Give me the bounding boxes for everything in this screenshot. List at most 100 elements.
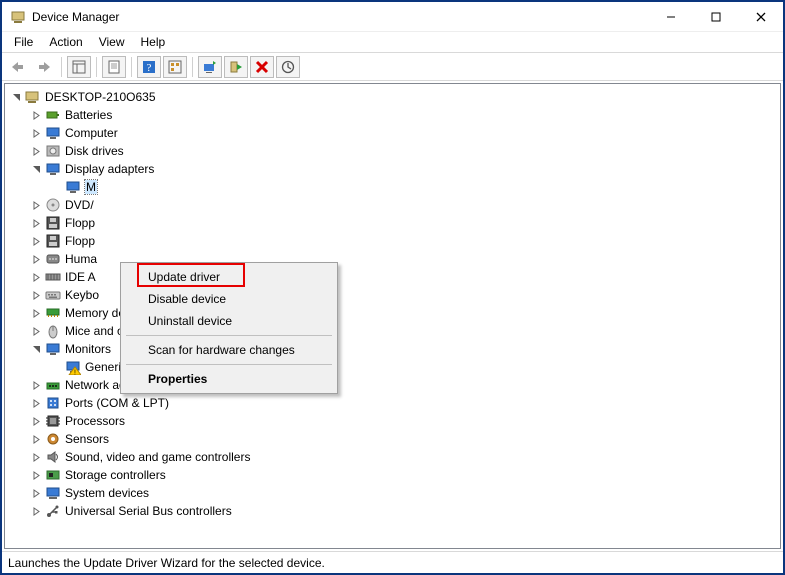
monitor-icon [45,161,61,177]
tree-category[interactable]: Storage controllers [27,466,778,484]
ctx-separator [126,335,332,336]
context-menu: Update driver Disable device Uninstall d… [120,262,338,394]
menu-help[interactable]: Help [133,33,174,51]
scan-hardware-button[interactable] [276,56,300,78]
menubar: File Action View Help [2,32,783,53]
tree-category[interactable]: Universal Serial Bus controllers [27,502,778,520]
expand-icon[interactable] [29,324,43,338]
tree-category[interactable]: System devices [27,484,778,502]
battery-icon [45,107,61,123]
tree-device[interactable]: M [47,178,778,196]
titlebar: Device Manager [2,2,783,32]
tree-category-label: Huma [65,252,97,266]
tree-category[interactable]: Sound, video and game controllers [27,448,778,466]
toolbar-separator [131,57,132,77]
tree-root-node[interactable]: DESKTOP-210O635 [7,88,778,106]
menu-action[interactable]: Action [41,33,90,51]
tree-device-label: M [85,180,97,194]
action-button[interactable] [163,56,187,78]
window-controls [648,2,783,31]
expand-icon[interactable] [29,468,43,482]
expander-none [49,180,63,194]
forward-button[interactable] [32,56,56,78]
minimize-button[interactable] [648,2,693,31]
tree-category[interactable]: Computer [27,124,778,142]
expander-none [49,360,63,374]
app-icon [10,9,26,25]
tree-category[interactable]: Processors [27,412,778,430]
floppy-icon [45,233,61,249]
ctx-item-label: Properties [148,372,207,386]
ctx-properties[interactable]: Properties [124,368,334,390]
tree-category-label: System devices [65,486,149,500]
tree-category[interactable]: Ports (COM & LPT) [27,394,778,412]
network-icon [45,377,61,393]
tree-category-label: DVD/ [65,198,94,212]
close-button[interactable] [738,2,783,31]
ctx-separator [126,364,332,365]
expand-icon[interactable] [29,252,43,266]
expand-icon[interactable] [29,504,43,518]
expand-icon[interactable] [29,270,43,284]
hid-icon [45,251,61,267]
properties-button[interactable] [102,56,126,78]
ctx-item-label: Update driver [148,270,220,284]
collapse-icon[interactable] [9,90,23,104]
ctx-scan-hardware[interactable]: Scan for hardware changes [124,339,334,361]
expand-icon[interactable] [29,198,43,212]
help-button[interactable]: ? [137,56,161,78]
back-button[interactable] [6,56,30,78]
show-hide-tree-button[interactable] [67,56,91,78]
toolbar: ? [2,53,783,81]
menu-view[interactable]: View [91,33,133,51]
device-tree[interactable]: DESKTOP-210O635 Batteries Computer Disk dri… [4,83,781,549]
ctx-item-label: Uninstall device [148,314,232,328]
expand-icon[interactable] [29,216,43,230]
expand-icon[interactable] [29,486,43,500]
toolbar-separator [61,57,62,77]
tree-category[interactable]: Disk drives [27,142,778,160]
maximize-button[interactable] [693,2,738,31]
uninstall-device-button[interactable] [250,56,274,78]
ctx-disable-device[interactable]: Disable device [124,288,334,310]
tree-category-label: Storage controllers [65,468,166,482]
tree-category[interactable]: Batteries [27,106,778,124]
expand-icon[interactable] [29,108,43,122]
tree-root-label: DESKTOP-210O635 [45,90,156,104]
ctx-update-driver[interactable]: Update driver [124,266,334,288]
monitor-icon [45,125,61,141]
tree-category[interactable]: DVD/ [27,196,778,214]
status-text: Launches the Update Driver Wizard for th… [8,556,325,570]
monitor-icon [45,341,61,357]
tree-category[interactable]: Display adapters [27,160,778,178]
expand-icon[interactable] [29,450,43,464]
expand-icon[interactable] [29,288,43,302]
tree-category[interactable]: Sensors [27,430,778,448]
floppy-icon [45,215,61,231]
collapse-icon[interactable] [29,342,43,356]
expand-icon[interactable] [29,144,43,158]
cpu-icon [45,413,61,429]
expand-icon[interactable] [29,414,43,428]
tree-category-label: Sensors [65,432,109,446]
tree-category-label: Processors [65,414,125,428]
tree-category[interactable]: Flopp [27,214,778,232]
disc-icon [45,197,61,213]
update-driver-button[interactable] [198,56,222,78]
ctx-uninstall-device[interactable]: Uninstall device [124,310,334,332]
tree-category[interactable]: Flopp [27,232,778,250]
expand-icon[interactable] [29,396,43,410]
tree-category-label: Sound, video and game controllers [65,450,250,464]
collapse-icon[interactable] [29,162,43,176]
expand-icon[interactable] [29,432,43,446]
tree-category-label: Flopp [65,234,95,248]
expand-icon[interactable] [29,234,43,248]
menu-file[interactable]: File [6,33,41,51]
expand-icon[interactable] [29,378,43,392]
tree-category-label: Computer [65,126,118,140]
expand-icon[interactable] [29,126,43,140]
storage-icon [45,467,61,483]
enable-device-button[interactable] [224,56,248,78]
expand-icon[interactable] [29,306,43,320]
ide-icon [45,269,61,285]
